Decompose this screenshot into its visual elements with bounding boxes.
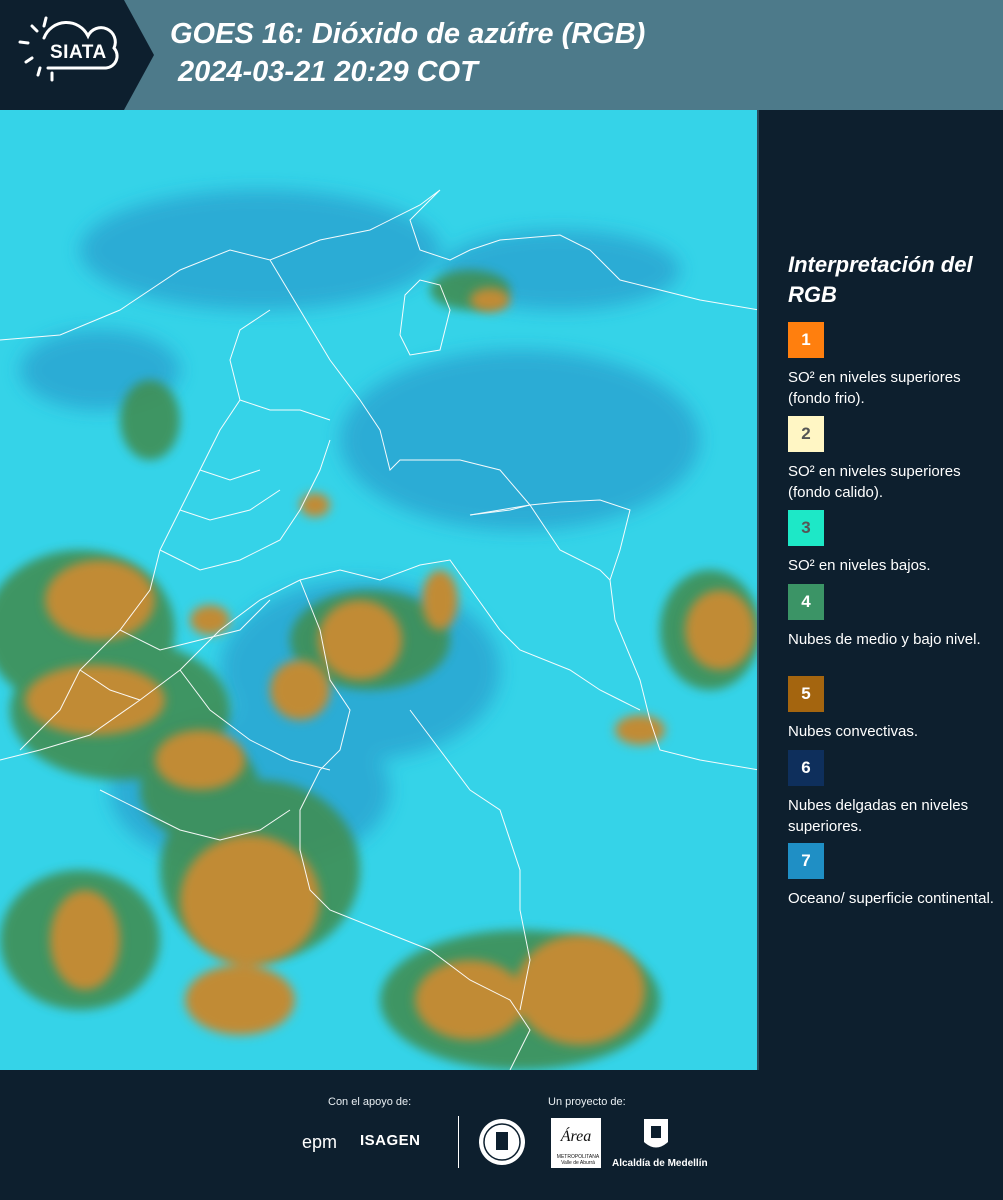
legend-swatch-7: 7 [788,843,824,879]
siata-logo: SIATA [0,0,158,110]
legend-swatch-5: 5 [788,676,824,712]
footer-divider [458,1116,459,1168]
project-label: Un proyecto de: [548,1096,626,1108]
legend-label-4: Nubes de medio y bajo nivel. [788,631,981,648]
epm-logo: epm [302,1132,338,1152]
legend-label-6: Nubes delgadas en niveles superiores. [788,797,969,835]
legend-label-1: SO² en niveles superiores (fondo frio). [788,369,961,407]
legend-title: Interpretación del RGB [788,252,973,307]
legend-number-4: 4 [801,592,811,611]
header: SIATA GOES 16: Dióxido de azúfre (RGB) 2… [0,0,1003,110]
page-title: GOES 16: Dióxido de azúfre (RGB) [170,18,646,50]
legend-number-6: 6 [801,758,811,777]
legend-swatch-2: 2 [788,416,824,452]
legend-label-5: Nubes convectivas. [788,723,919,740]
legend-swatch-6: 6 [788,750,824,786]
legend-item-3: 3 SO² en niveles bajos. [788,510,998,576]
legend-number-7: 7 [801,851,811,870]
legend-number-3: 3 [801,518,811,537]
satellite-image [0,110,759,1070]
siata-logo-text: SIATA [50,42,107,63]
legend-number-5: 5 [801,684,811,703]
legend-item-2: 2 SO² en niveles superiores (fondo calid… [788,416,998,503]
legend-swatch-3: 3 [788,510,824,546]
amva-text: Área [560,1128,592,1145]
legend-swatch-1: 1 [788,322,824,358]
legend-item-7: 7 Oceano/ superficie continental. [788,843,998,909]
page-timestamp: 2024-03-21 20:29 COT [178,56,478,88]
legend-label-2: SO² en niveles superiores (fondo calido)… [788,463,961,501]
isagen-logo: ISAGEN [360,1132,421,1149]
legend-panel: Interpretación del RGB 1 SO² en niveles … [760,110,1003,1070]
legend-label-3: SO² en niveles bajos. [788,557,931,574]
legend-item-1: 1 SO² en niveles superiores (fondo frio)… [788,322,998,409]
legend-label-7: Oceano/ superficie continental. [788,890,994,907]
legend-swatch-4: 4 [788,584,824,620]
legend-number-1: 1 [801,330,811,349]
footer: Con el apoyo de: Un proyecto de: epm ISA… [0,1070,1003,1200]
amva-subtext: METROPOLITANA Valle de Aburrá [556,1154,600,1166]
support-label: Con el apoyo de: [328,1096,412,1108]
alcaldia-shield-icon [644,1119,668,1148]
legend-item-6: 6 Nubes delgadas en niveles superiores. [788,750,998,837]
alcaldia-label: Alcaldía de Medellín [612,1158,708,1169]
medellin-seal-icon [479,1119,525,1165]
legend-item-5: 5 Nubes convectivas. [788,676,998,742]
legend-item-4: 4 Nubes de medio y bajo nivel. [788,584,998,650]
legend-number-2: 2 [801,424,811,443]
